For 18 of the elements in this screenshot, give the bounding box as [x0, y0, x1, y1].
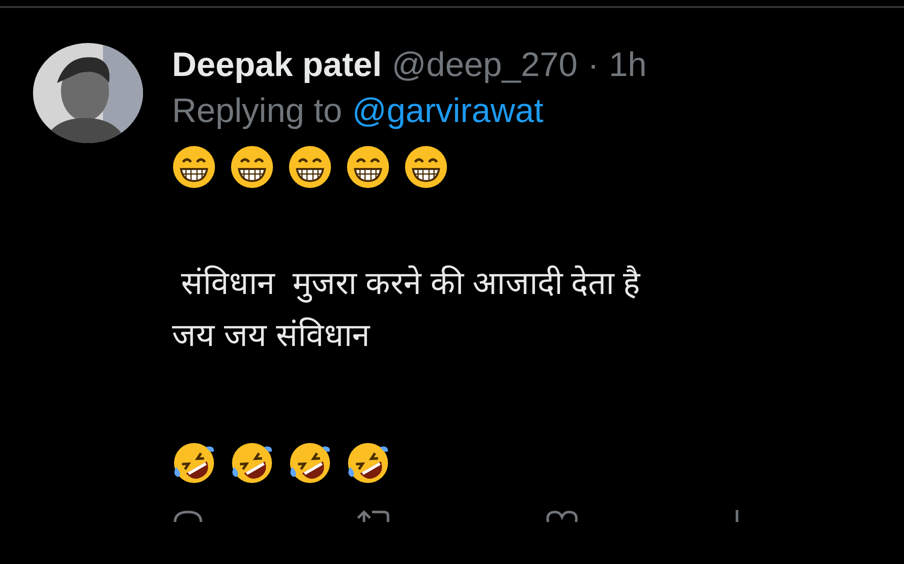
laughing-emoji-icon — [230, 441, 274, 485]
separator-dot: · — [588, 45, 599, 86]
grinning-emoji-icon — [230, 145, 274, 189]
post-time[interactable]: 1h — [608, 43, 647, 87]
post-text-line: जय जय संविधान — [172, 316, 372, 355]
grinning-emoji-icon — [346, 145, 390, 189]
comment-icon[interactable] — [172, 510, 204, 522]
post-text-line: संविधान मुजरा करने की आजादी देता है — [180, 264, 642, 305]
grinning-emoji-icon — [404, 145, 448, 189]
grinning-emoji-icon — [172, 145, 216, 189]
laughing-emoji-icon — [288, 441, 332, 485]
laughing-emoji-icon — [172, 441, 216, 485]
laughing-emoji-icon — [346, 441, 390, 485]
author-name[interactable]: Deepak patel — [172, 43, 382, 87]
replying-to-label: Replying to — [172, 91, 342, 132]
mention-link[interactable]: @garvirawat — [352, 87, 544, 135]
author-handle[interactable]: @deep_270 — [392, 43, 578, 87]
grinning-emoji-icon — [288, 145, 332, 189]
